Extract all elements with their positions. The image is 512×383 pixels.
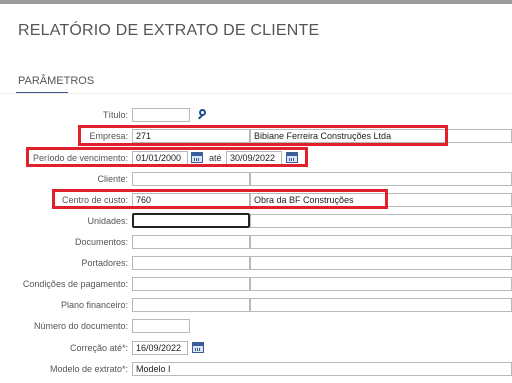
top-bar [0,0,512,4]
highlight-periodo [26,147,308,167]
plano-name-input[interactable] [250,298,512,312]
documentos-label: Documentos: [74,237,128,247]
magnifier-icon[interactable] [196,108,210,122]
cliente-name-input[interactable] [250,172,512,186]
condicoes-label: Condições de pagamento: [22,279,128,289]
section-title: PARÂMETROS [18,75,95,87]
unidades-name-input[interactable] [250,214,512,228]
modelo-label: Modelo de extrato*: [49,364,128,374]
correcao-label: Correção até*: [69,343,128,353]
unidades-label: Unidades: [87,216,128,226]
cliente-code-input[interactable] [132,172,250,186]
plano-label: Plano financeiro: [60,300,128,310]
documentos-name-input[interactable] [250,235,512,249]
unidades-code-input[interactable] [132,213,250,228]
cliente-label: Cliente: [97,174,128,184]
condicoes-name-input[interactable] [250,277,512,291]
numero-input[interactable] [132,319,190,333]
condicoes-code-input[interactable] [132,277,250,291]
correcao-input[interactable]: 16/09/2022 [132,341,188,355]
portadores-code-input[interactable] [132,256,250,270]
highlight-centro [52,189,388,209]
titulo-input[interactable] [132,108,190,122]
page-title: RELATÓRIO DE EXTRATO DE CLIENTE [18,22,320,39]
plano-code-input[interactable] [132,298,250,312]
modelo-select[interactable]: Modelo I [132,362,512,376]
calendar-icon[interactable] [192,342,204,353]
section-underline [16,92,68,93]
highlight-empresa [78,125,448,146]
titulo-label: Título: [102,110,128,120]
divider [0,93,512,94]
numero-label: Número do documento: [33,321,128,331]
documentos-code-input[interactable] [132,235,250,249]
portadores-label: Portadores: [81,258,128,268]
portadores-name-input[interactable] [250,256,512,270]
